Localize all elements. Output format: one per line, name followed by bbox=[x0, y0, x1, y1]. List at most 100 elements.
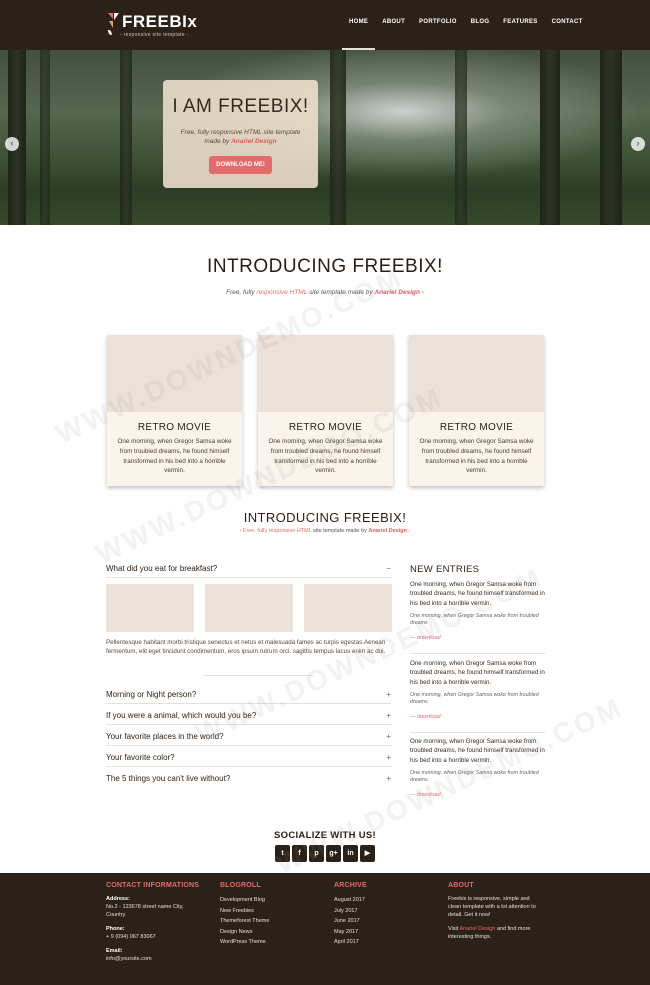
logo[interactable]: FREEBIx - responsive site template - bbox=[106, 9, 206, 43]
footer-about: ABOUT Freebix is responsive, simple and … bbox=[448, 882, 543, 941]
google-plus-icon[interactable]: g+ bbox=[326, 845, 341, 862]
accordion-divider bbox=[106, 766, 391, 767]
nav-home[interactable]: HOME bbox=[342, 0, 376, 50]
accordion-divider bbox=[203, 675, 313, 676]
feature-card[interactable]: RETRO MOVIE One morning, when Gregor Sam… bbox=[107, 335, 242, 486]
accordion-divider bbox=[106, 745, 391, 746]
hero-title: I AM FREEBIX! bbox=[172, 96, 309, 117]
youtube-icon[interactable]: ▶ bbox=[360, 845, 375, 862]
blogroll-link[interactable]: New Freebies bbox=[220, 906, 315, 917]
archive-link[interactable]: July 2017 bbox=[334, 906, 429, 917]
accordion-question[interactable]: The 5 things you can't live without? + bbox=[106, 774, 391, 783]
slider-next-arrow-icon[interactable]: › bbox=[631, 137, 645, 151]
blogroll-link[interactable]: Themeforest Theme bbox=[220, 916, 315, 927]
blogroll-link[interactable]: Design News bbox=[220, 927, 315, 938]
new-entry-download-link[interactable]: — download bbox=[410, 792, 545, 798]
new-entry-download-link[interactable]: — download bbox=[410, 635, 545, 641]
accordion-divider bbox=[106, 577, 391, 578]
card-title: RETRO MOVIE bbox=[288, 422, 363, 433]
intro-author-link[interactable]: Anariel Design bbox=[374, 289, 420, 296]
download-button[interactable]: DOWNLOAD ME! bbox=[209, 156, 272, 174]
new-entry-text[interactable]: One morning, when Gregor Samsa woke from… bbox=[410, 580, 545, 608]
card-text: One morning, when Gregor Samsa woke from… bbox=[117, 438, 232, 475]
socialize-title: SOCIALIZE WITH US! bbox=[274, 830, 376, 841]
archive-link[interactable]: April 2017 bbox=[334, 937, 429, 948]
accordion-question[interactable]: Your favorite color? + bbox=[106, 753, 391, 762]
new-entry-text[interactable]: One morning, when Gregor Samsa woke from… bbox=[410, 659, 545, 687]
logo-tagline: - responsive site template - bbox=[120, 32, 189, 38]
blogroll-link[interactable]: WordPress Theme bbox=[220, 937, 315, 948]
entries-divider bbox=[410, 653, 545, 654]
linkedin-icon[interactable]: in bbox=[343, 845, 358, 862]
header-bar: FREEBIx - responsive site template - HOM… bbox=[0, 0, 650, 50]
new-entries-title: NEW ENTRIES bbox=[410, 564, 480, 575]
archive-link[interactable]: August 2017 bbox=[334, 895, 429, 906]
hero-author-link[interactable]: Anariel Design bbox=[231, 138, 277, 145]
feature-card[interactable]: RETRO MOVIE One morning, when Gregor Sam… bbox=[258, 335, 393, 486]
archive-link[interactable]: June 2017 bbox=[334, 916, 429, 927]
card-title: RETRO MOVIE bbox=[137, 422, 212, 433]
nav-features[interactable]: FEATURES bbox=[496, 0, 544, 50]
accordion-question-text: Your favorite places in the world? bbox=[106, 732, 224, 741]
expand-icon[interactable]: + bbox=[386, 774, 391, 783]
new-entry-excerpt: One morning, when Gregor Samsa woke from… bbox=[410, 691, 539, 706]
intro2-author-link[interactable]: Anariel Design bbox=[368, 528, 407, 534]
entries-divider bbox=[410, 732, 545, 733]
card-image-placeholder bbox=[258, 335, 393, 412]
expand-icon[interactable]: + bbox=[386, 753, 391, 762]
accordion-question-text: Your favorite color? bbox=[106, 753, 175, 762]
hero-tree bbox=[540, 50, 560, 225]
email-value[interactable]: info@yoursite.com bbox=[106, 955, 201, 963]
email-label: Email: bbox=[106, 948, 123, 954]
accordion-question[interactable]: If you were a animal, which would you be… bbox=[106, 711, 391, 720]
expand-icon[interactable]: + bbox=[386, 690, 391, 699]
accordion-question-text: The 5 things you can't live without? bbox=[106, 774, 231, 783]
expand-icon[interactable]: + bbox=[386, 732, 391, 741]
nav-portfolio[interactable]: PORTFOLIO bbox=[412, 0, 464, 50]
pinterest-icon[interactable]: p bbox=[309, 845, 324, 862]
collapse-icon[interactable]: − bbox=[386, 564, 391, 573]
accordion-question-open[interactable]: What did you eat for breakfast? − bbox=[106, 564, 391, 573]
intro2-arrow: › bbox=[406, 528, 411, 534]
new-entry-text[interactable]: One morning, when Gregor Samsa woke from… bbox=[410, 737, 545, 765]
hero-tree bbox=[40, 50, 50, 225]
slider-prev-arrow-icon[interactable]: ‹ bbox=[5, 137, 19, 151]
about-author-link[interactable]: Anariel Design bbox=[460, 926, 496, 932]
nav-blog[interactable]: BLOG bbox=[464, 0, 497, 50]
accordion-question-text: If you were a animal, which would you be… bbox=[106, 711, 257, 720]
archive-link[interactable]: May 2017 bbox=[334, 927, 429, 938]
intro-arrow: › bbox=[419, 289, 424, 296]
phone-label: Phone: bbox=[106, 926, 125, 932]
facebook-icon[interactable]: f bbox=[292, 845, 307, 862]
new-entry: One morning, when Gregor Samsa woke from… bbox=[410, 580, 545, 641]
intro2-title: INTRODUCING FREEBIX! bbox=[243, 510, 407, 525]
intro2-sub-link[interactable]: responsive HTML bbox=[269, 528, 312, 534]
accordion-question[interactable]: Your favorite places in the world? + bbox=[106, 732, 391, 741]
hero-text: Free, fully responsive HTML site templat… bbox=[178, 128, 303, 146]
footer-blogroll: BLOGROLL Development Blog New Freebies T… bbox=[220, 882, 315, 948]
feature-card[interactable]: RETRO MOVIE One morning, when Gregor Sam… bbox=[409, 335, 544, 486]
new-entry-download-link[interactable]: — download bbox=[410, 714, 545, 720]
accordion-question[interactable]: Morning or Night person? + bbox=[106, 690, 391, 699]
card-image-placeholder bbox=[107, 335, 242, 412]
twitter-icon[interactable]: t bbox=[275, 845, 290, 862]
accordion-answer-text: Pellentesque habitant morbi tristique se… bbox=[106, 639, 386, 655]
blogroll-link[interactable]: Development Blog bbox=[220, 895, 315, 906]
intro2-sub-prefix: ‹ Free, fully bbox=[239, 528, 269, 534]
hero-slider: I AM FREEBIX! Free, fully responsive HTM… bbox=[0, 50, 650, 225]
expand-icon[interactable]: + bbox=[386, 711, 391, 720]
card-image-placeholder bbox=[409, 335, 544, 412]
social-icons: t f p g+ in ▶ bbox=[275, 845, 375, 862]
footer-contact: CONTACT INFORMATIONS Address: No.2 - 123… bbox=[106, 882, 201, 963]
accordion-image-placeholder bbox=[304, 584, 392, 632]
footer-blogroll-title: BLOGROLL bbox=[220, 882, 261, 889]
nav-contact[interactable]: CONTACT bbox=[545, 0, 590, 50]
nav-about[interactable]: ABOUT bbox=[375, 0, 412, 50]
intro-sub-link[interactable]: responsive HTML bbox=[256, 289, 307, 296]
new-entry-excerpt: One morning, when Gregor Samsa woke from… bbox=[410, 612, 539, 627]
footer-contact-title: CONTACT INFORMATIONS bbox=[106, 882, 200, 889]
logo-text: FREEBIx bbox=[122, 12, 198, 31]
main-nav: HOME ABOUT PORTFOLIO BLOG FEATURES CONTA… bbox=[342, 0, 590, 50]
new-entry-excerpt: One morning, when Gregor Samsa woke from… bbox=[410, 769, 539, 784]
logo-leaf-icon bbox=[108, 13, 119, 35]
